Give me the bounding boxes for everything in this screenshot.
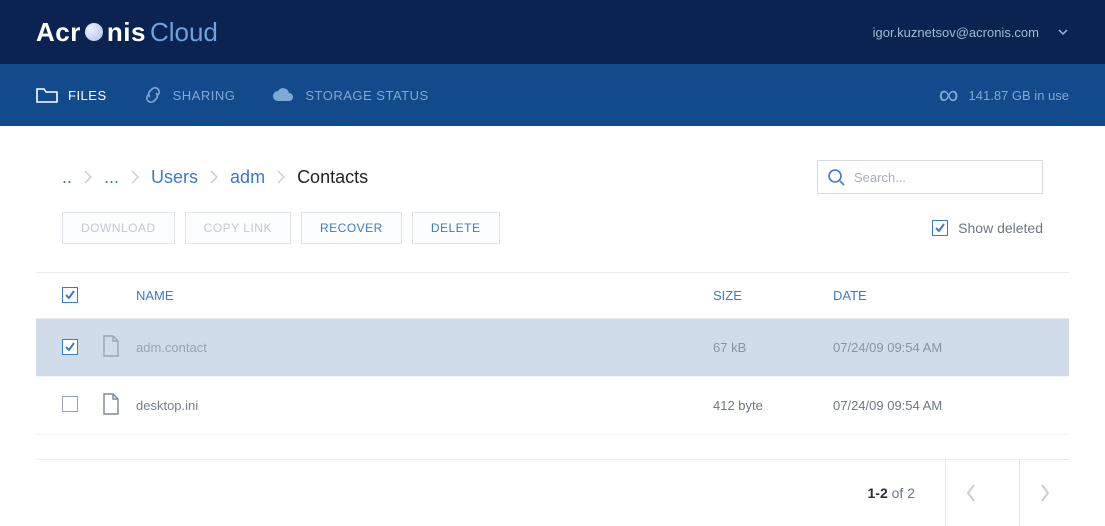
chevron-right-icon: [84, 170, 92, 184]
chevron-left-icon: [966, 484, 976, 502]
chevron-right-icon: [131, 170, 139, 184]
col-name[interactable]: NAME: [136, 288, 713, 303]
next-page-button[interactable]: [1019, 460, 1069, 526]
user-email: igor.kuznetsov@acronis.com: [873, 25, 1039, 40]
app-header: AcrnisCloud igor.kuznetsov@acronis.com: [0, 0, 1105, 64]
breadcrumb-current: Contacts: [297, 167, 368, 188]
search-icon: [827, 168, 845, 186]
main-nav: FILES SHARING STORAGE STATUS ∞ 141.87 GB…: [0, 64, 1105, 126]
table-row[interactable]: desktop.ini 412 byte 07/24/09 09:54 AM: [36, 377, 1069, 435]
search-box: [817, 160, 1043, 194]
row-checkbox[interactable]: [62, 339, 78, 355]
file-date: 07/24/09 09:54 AM: [833, 398, 1043, 413]
download-button[interactable]: DOWNLOAD: [62, 212, 175, 244]
breadcrumb-collapsed[interactable]: ...: [104, 167, 119, 188]
folder-icon: [36, 86, 58, 104]
chevron-right-icon: [1040, 484, 1050, 502]
checkbox-icon: [932, 220, 948, 236]
file-name: adm.contact: [136, 340, 713, 355]
infinity-icon: ∞: [939, 81, 959, 109]
chevron-down-icon: [1057, 26, 1069, 38]
table-row[interactable]: adm.contact 67 kB 07/24/09 09:54 AM: [36, 319, 1069, 377]
row-checkbox[interactable]: [62, 396, 78, 412]
chevron-right-icon: [210, 170, 218, 184]
file-name: desktop.ini: [136, 398, 713, 413]
cloud-icon: [271, 86, 295, 104]
link-icon: [143, 86, 163, 104]
storage-usage: ∞ 141.87 GB in use: [939, 81, 1069, 109]
brand-logo: AcrnisCloud: [36, 17, 218, 48]
delete-button[interactable]: DELETE: [412, 212, 500, 244]
page-range: 1-2 of 2: [868, 485, 922, 501]
file-size: 412 byte: [713, 398, 833, 413]
recover-button[interactable]: RECOVER: [301, 212, 402, 244]
nav-sharing[interactable]: SHARING: [143, 86, 236, 104]
col-date[interactable]: DATE: [833, 288, 1043, 303]
copy-link-button[interactable]: COPY LINK: [185, 212, 291, 244]
show-deleted-toggle[interactable]: Show deleted: [932, 220, 1043, 236]
search-input[interactable]: [817, 160, 1043, 194]
prev-page-button[interactable]: [945, 460, 995, 526]
col-size[interactable]: SIZE: [713, 288, 833, 303]
content-panel: .. ... Users adm Contacts DOWNLOAD COPY …: [36, 126, 1069, 525]
file-icon: [102, 393, 120, 415]
brand-orb-icon: [85, 23, 103, 41]
file-date: 07/24/09 09:54 AM: [833, 340, 1043, 355]
chevron-right-icon: [277, 170, 285, 184]
pagination: 1-2 of 2: [36, 459, 1069, 525]
file-table: NAME SIZE DATE adm.contact 67 kB 07/24/0…: [36, 272, 1069, 435]
table-header: NAME SIZE DATE: [36, 272, 1069, 319]
nav-storage-status[interactable]: STORAGE STATUS: [271, 86, 428, 104]
breadcrumb-users[interactable]: Users: [151, 167, 198, 188]
breadcrumb: .. ... Users adm Contacts: [62, 167, 368, 188]
file-size: 67 kB: [713, 340, 833, 355]
nav-files[interactable]: FILES: [36, 86, 107, 104]
breadcrumb-root[interactable]: ..: [62, 167, 72, 188]
select-all-checkbox[interactable]: [62, 287, 78, 303]
breadcrumb-adm[interactable]: adm: [230, 167, 265, 188]
user-menu[interactable]: igor.kuznetsov@acronis.com: [873, 25, 1069, 40]
file-icon: [102, 335, 120, 357]
